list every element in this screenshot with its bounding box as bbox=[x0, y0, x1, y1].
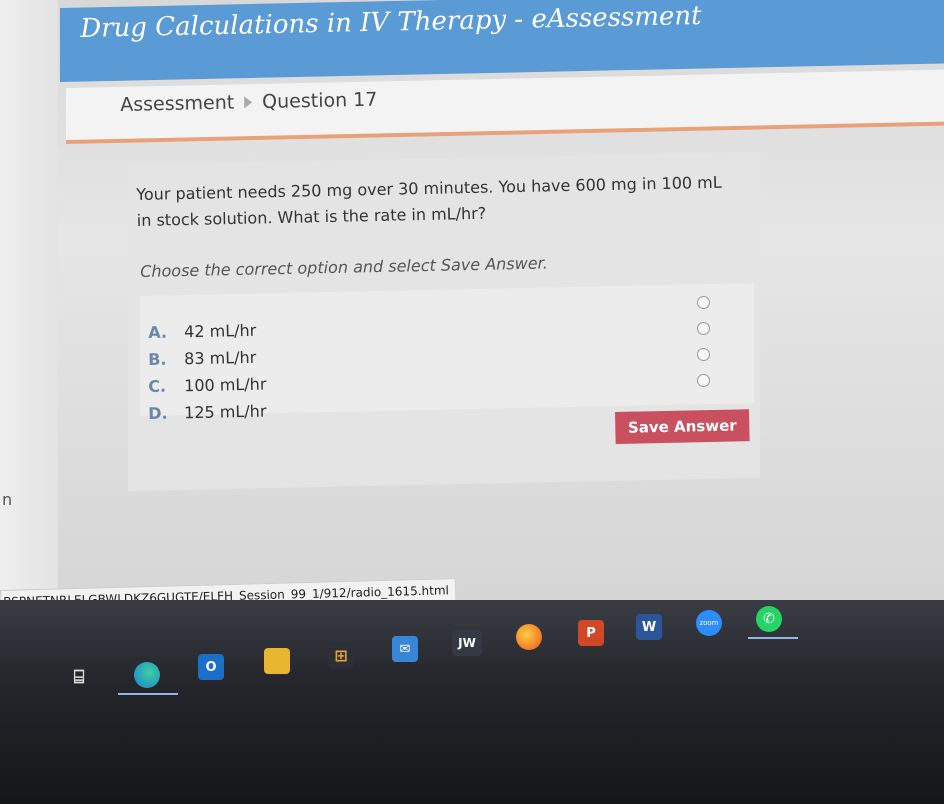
radio-option-a[interactable] bbox=[697, 296, 710, 309]
outlook-icon[interactable]: O bbox=[198, 654, 224, 680]
breadcrumb-assessment[interactable]: Assessment bbox=[120, 92, 234, 116]
file-explorer-icon[interactable] bbox=[264, 648, 290, 674]
option-letter: B. bbox=[148, 349, 167, 369]
store-icon[interactable]: ⊞ bbox=[328, 642, 354, 668]
word-icon-label: W bbox=[641, 619, 657, 635]
option-label: 83 mL/hr bbox=[183, 347, 257, 369]
mail-icon[interactable]: ✉ bbox=[392, 636, 418, 662]
breadcrumb-question: Question 17 bbox=[261, 88, 378, 114]
powerpoint-icon-label: P bbox=[586, 625, 596, 641]
left-pane: n bbox=[0, 0, 58, 600]
outlook-icon-label: O bbox=[205, 659, 217, 675]
option-label: 42 mL/hr bbox=[183, 320, 257, 342]
firefox-icon[interactable] bbox=[516, 624, 542, 650]
option-label: 100 mL/hr bbox=[183, 374, 267, 396]
taskbar: ⌸ O ⊞ ✉ JW P W zoom ✆ bbox=[0, 600, 944, 804]
jw-icon-label: JW bbox=[458, 636, 476, 650]
option-a[interactable]: A. 42 mL/hr bbox=[148, 321, 256, 342]
option-b[interactable]: B. 83 mL/hr bbox=[148, 348, 256, 369]
radio-option-c[interactable] bbox=[697, 348, 710, 361]
option-c[interactable]: C. 100 mL/hr bbox=[148, 375, 267, 396]
option-letter: D. bbox=[148, 403, 168, 423]
option-letter: A. bbox=[148, 322, 168, 342]
edge-active-indicator bbox=[118, 693, 178, 695]
radio-option-b[interactable] bbox=[697, 322, 710, 335]
left-pane-text: n bbox=[2, 490, 13, 509]
option-d[interactable]: D. 125 mL/hr bbox=[148, 402, 267, 423]
task-view-icon[interactable]: ⌸ bbox=[66, 664, 92, 690]
edge-icon[interactable] bbox=[134, 662, 160, 688]
option-letter: C. bbox=[148, 376, 167, 396]
save-answer-button[interactable]: Save Answer bbox=[615, 409, 750, 444]
word-icon[interactable]: W bbox=[636, 614, 662, 640]
whatsapp-active-indicator bbox=[748, 637, 798, 639]
option-label: 125 mL/hr bbox=[183, 401, 267, 423]
whatsapp-icon[interactable]: ✆ bbox=[756, 606, 782, 632]
zoom-icon[interactable]: zoom bbox=[696, 610, 722, 636]
powerpoint-icon[interactable]: P bbox=[578, 620, 604, 646]
jw-app-icon[interactable]: JW bbox=[452, 630, 482, 656]
breadcrumb-arrow-icon bbox=[244, 96, 253, 109]
zoom-icon-label: zoom bbox=[699, 619, 719, 627]
radio-option-d[interactable] bbox=[697, 374, 710, 387]
